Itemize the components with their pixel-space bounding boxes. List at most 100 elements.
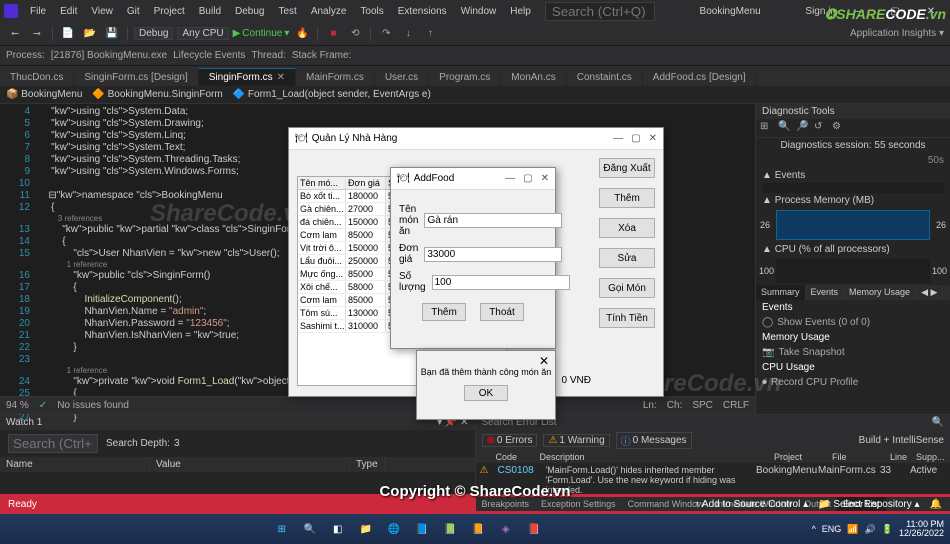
start-icon[interactable]: ⊞: [269, 516, 295, 542]
dlg-max-icon[interactable]: ▢: [631, 133, 640, 144]
delete-button[interactable]: Xóa: [599, 218, 655, 238]
explorer-icon[interactable]: 📁: [353, 516, 379, 542]
tab-mainform[interactable]: MainForm.cs: [296, 69, 375, 86]
tray-wifi-icon[interactable]: 📶: [847, 524, 858, 535]
diag-tab-summary[interactable]: Summary: [756, 285, 806, 300]
step-in-icon[interactable]: ↓: [399, 25, 417, 43]
diag-tab-events[interactable]: Events: [806, 285, 845, 300]
diag-take-snapshot[interactable]: 📷 Take Snapshot: [756, 345, 950, 360]
tray-volume-icon[interactable]: 🔊: [865, 524, 876, 535]
messages-badge[interactable]: ⓘ 0 Messages: [616, 432, 692, 449]
name-input[interactable]: [424, 213, 562, 228]
zoom-level[interactable]: 94 %: [6, 400, 29, 411]
menu-build[interactable]: Build: [193, 4, 227, 19]
new-icon[interactable]: 📄: [59, 25, 77, 43]
tab-singinform[interactable]: SinginForm.cs✕: [199, 68, 296, 86]
open-icon[interactable]: 📂: [81, 25, 99, 43]
nav-class[interactable]: 🔶 BookingMenu.SinginForm: [92, 89, 222, 100]
diag-tool-icon[interactable]: ⊞: [760, 121, 774, 135]
menu-git[interactable]: Git: [121, 4, 146, 19]
search-icon[interactable]: 🔍: [297, 516, 323, 542]
status-source-control[interactable]: ↑ Add to Source Control ▴: [695, 499, 808, 510]
diag-reset-icon[interactable]: ↺: [814, 121, 828, 135]
stop-icon[interactable]: ■: [324, 25, 342, 43]
diag-zoom-out-icon[interactable]: 🔎: [796, 121, 810, 135]
hot-reload-icon[interactable]: 🔥: [293, 25, 311, 43]
continue-button[interactable]: ▶ Continue ▾: [233, 28, 290, 39]
menu-tools[interactable]: Tools: [354, 4, 389, 19]
logout-button[interactable]: Đăng Xuất: [599, 158, 655, 178]
taskview-icon[interactable]: ◧: [325, 516, 351, 542]
edge-icon[interactable]: 🌐: [381, 516, 407, 542]
status-bell-icon[interactable]: 🔔: [930, 499, 942, 510]
process-dropdown[interactable]: [21876] BookingMenu.exe: [51, 50, 167, 61]
qty-input[interactable]: [432, 275, 570, 290]
forward-icon[interactable]: ⭢: [28, 25, 46, 43]
menu-edit[interactable]: Edit: [54, 4, 83, 19]
tab-user[interactable]: User.cs: [375, 69, 429, 86]
diag-settings-icon[interactable]: ⚙: [832, 121, 846, 135]
menu-extensions[interactable]: Extensions: [392, 4, 453, 19]
menu-file[interactable]: File: [24, 4, 52, 19]
watch-search-input[interactable]: [8, 434, 98, 453]
menu-project[interactable]: Project: [148, 4, 191, 19]
step-over-icon[interactable]: ↷: [377, 25, 395, 43]
tab-constraint[interactable]: Constaint.cs: [567, 69, 643, 86]
addfood-add-button[interactable]: Thêm: [422, 303, 466, 321]
config-dropdown[interactable]: Debug: [134, 27, 173, 40]
app-insights-dropdown[interactable]: Application Insights ▾: [850, 28, 944, 39]
app3-icon[interactable]: 📙: [465, 516, 491, 542]
add-button[interactable]: Thêm: [599, 188, 655, 208]
addfood-min-icon[interactable]: —: [505, 173, 515, 184]
nav-project[interactable]: 📦 BookingMenu: [6, 89, 82, 100]
tray-lang[interactable]: ENG: [822, 524, 842, 534]
menu-help[interactable]: Help: [504, 4, 537, 19]
tray-battery-icon[interactable]: 🔋: [882, 524, 893, 535]
platform-dropdown[interactable]: Any CPU: [177, 27, 228, 40]
dlg-min-icon[interactable]: —: [613, 133, 623, 144]
errors-badge[interactable]: ⊗ 0 Errors: [482, 434, 538, 447]
errlist-refresh-icon[interactable]: 🔍: [932, 417, 944, 428]
checkout-button[interactable]: Tính Tiền: [599, 308, 655, 328]
diag-show-events[interactable]: ◯ Show Events (0 of 0): [756, 315, 950, 330]
tab-addfood-design[interactable]: AddFood.cs [Design]: [643, 69, 757, 86]
diag-tab-more[interactable]: ◀ ▶: [916, 285, 943, 300]
watch-depth-dropdown[interactable]: 3: [174, 438, 180, 449]
addfood-close-icon[interactable]: ✕: [541, 173, 549, 184]
menu-view[interactable]: View: [85, 4, 119, 19]
step-out-icon[interactable]: ↑: [421, 25, 439, 43]
app-icon[interactable]: 📘: [409, 516, 435, 542]
restart-icon[interactable]: ⟲: [346, 25, 364, 43]
addfood-max-icon[interactable]: ▢: [523, 173, 532, 184]
build-filter[interactable]: Build + IntelliSense: [859, 435, 944, 446]
menu-debug[interactable]: Debug: [229, 4, 270, 19]
tab-close-icon[interactable]: ✕: [277, 72, 285, 83]
status-repo[interactable]: 📁 Select Repository ▴: [818, 499, 919, 510]
nav-method[interactable]: 🔷 Form1_Load(object sender, EventArgs e): [233, 89, 431, 100]
dlg-close-icon[interactable]: ✕: [649, 133, 657, 144]
menu-analyze[interactable]: Analyze: [305, 4, 353, 19]
tab-monan[interactable]: MonAn.cs: [501, 69, 566, 86]
addfood-exit-button[interactable]: Thoát: [480, 303, 524, 321]
edit-button[interactable]: Sửa: [599, 248, 655, 268]
msg-close-icon[interactable]: ✕: [539, 354, 549, 368]
menu-test[interactable]: Test: [272, 4, 302, 19]
msg-ok-button[interactable]: OK: [464, 385, 508, 401]
tab-singinform-design[interactable]: SinginForm.cs [Design]: [74, 69, 198, 86]
tray-chevron-icon[interactable]: ^: [812, 524, 816, 534]
back-icon[interactable]: ⭠: [6, 25, 24, 43]
save-icon[interactable]: 💾: [103, 25, 121, 43]
price-input[interactable]: [424, 247, 562, 262]
tab-thucdon[interactable]: ThucDon.cs: [0, 69, 74, 86]
diag-tab-memory[interactable]: Memory Usage: [844, 285, 916, 300]
app4-icon[interactable]: 📕: [521, 516, 547, 542]
order-button[interactable]: Gọi Món: [599, 278, 655, 298]
warnings-badge[interactable]: ⚠ 1 Warning: [543, 434, 609, 447]
menu-window[interactable]: Window: [455, 4, 503, 19]
tab-program[interactable]: Program.cs: [429, 69, 501, 86]
vs-icon[interactable]: ◈: [493, 516, 519, 542]
menu-search-input[interactable]: [545, 2, 655, 21]
app2-icon[interactable]: 📗: [437, 516, 463, 542]
diag-record-cpu[interactable]: ⏺ Record CPU Profile: [756, 375, 950, 390]
diag-zoom-in-icon[interactable]: 🔍: [778, 121, 792, 135]
